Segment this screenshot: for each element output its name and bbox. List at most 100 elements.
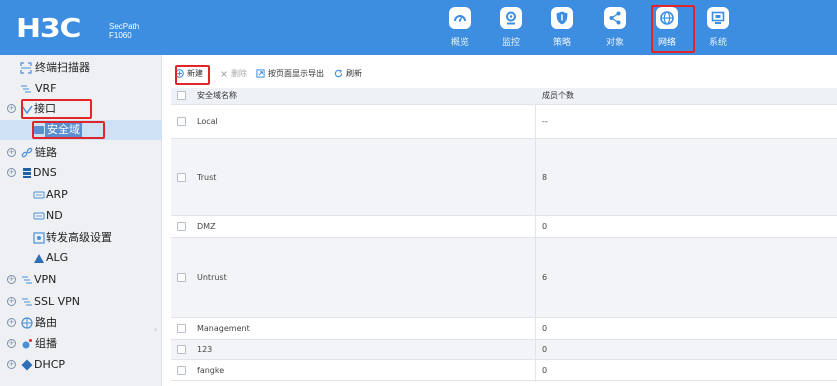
sidebar-item-label: 组播: [35, 337, 57, 350]
sidebar-item-label: 链路: [35, 146, 57, 159]
expand-icon[interactable]: +: [7, 148, 16, 157]
sidebar-item-terminal-scanner[interactable]: 终端扫描器: [0, 58, 162, 78]
sidebar-item-multicast[interactable]: + 组播: [0, 334, 162, 354]
member-count: 0: [542, 324, 548, 333]
table-row[interactable]: DMZ 0: [171, 215, 837, 238]
sidebar-item-link[interactable]: + 链路: [0, 143, 162, 163]
sidebar-item-dns[interactable]: + DNS: [0, 163, 162, 183]
ssl-vpn-icon: [22, 298, 32, 306]
sidebar-item-ssl-vpn[interactable]: + SSL VPN: [0, 292, 162, 312]
refresh-icon: [334, 69, 343, 78]
table-row[interactable]: 123 0: [171, 339, 837, 360]
arp-icon: [33, 191, 45, 199]
sidebar-item-nd[interactable]: ND: [0, 206, 162, 226]
column-header-member-count: 成员个数: [542, 91, 574, 100]
expand-icon[interactable]: +: [7, 168, 16, 177]
multicast-icon: [22, 339, 32, 349]
row-checkbox[interactable]: [177, 366, 186, 375]
sidebar-item-forward-advanced[interactable]: 转发高级设置: [0, 228, 162, 248]
column-header-zone-name: 安全域名称: [197, 91, 237, 100]
row-checkbox[interactable]: [177, 222, 186, 231]
column-divider: [535, 318, 536, 340]
refresh-button[interactable]: 刷新: [334, 65, 362, 83]
zone-name: Trust: [197, 173, 217, 182]
nav-monitor[interactable]: 监控: [489, 4, 533, 52]
table-row[interactable]: fangke 0: [171, 359, 837, 382]
column-divider: [535, 238, 536, 318]
zone-name: fangke: [197, 366, 225, 375]
nav-overview-label: 概览: [450, 38, 469, 48]
table-row[interactable]: Local --: [171, 104, 837, 139]
sidebar-item-vpn[interactable]: + VPN: [0, 270, 162, 290]
delete-icon: [221, 70, 227, 77]
nav-system[interactable]: 系统: [696, 4, 740, 52]
link-icon: [21, 147, 33, 158]
zone-name: DMZ: [197, 222, 216, 231]
delete-button-label: 删除: [231, 69, 247, 78]
nav-overview[interactable]: 概览: [438, 4, 482, 52]
vrf-icon: [21, 85, 31, 93]
table-row[interactable]: Untrust 6: [171, 237, 837, 318]
row-checkbox[interactable]: [177, 345, 186, 354]
member-count: 0: [542, 366, 548, 375]
top-header: H3C SecPath F1060 概览 监控 策略 对象 网络 系统: [0, 0, 837, 55]
sidebar-collapse-handle[interactable]: ‹: [154, 325, 157, 334]
sidebar-item-alg[interactable]: ALG: [0, 248, 162, 268]
row-checkbox[interactable]: [177, 324, 186, 333]
share-nodes-icon: [604, 7, 626, 29]
dhcp-icon: [21, 359, 33, 371]
export-button-label: 按页面显示导出: [268, 69, 324, 78]
member-count: 0: [542, 345, 548, 354]
product-model: F1060: [109, 31, 132, 40]
expand-icon[interactable]: +: [7, 275, 16, 284]
sidebar-item-label: ND: [46, 209, 63, 222]
sidebar-item-label: ARP: [46, 188, 68, 201]
highlight-network-nav: [651, 5, 695, 53]
nd-icon: [33, 212, 45, 220]
nav-object[interactable]: 对象: [593, 4, 637, 52]
zone-name: Untrust: [197, 273, 227, 282]
table-row[interactable]: Trust 8: [171, 138, 837, 216]
zone-name: 123: [197, 345, 213, 354]
monitor-pin-icon: [500, 7, 522, 29]
expand-icon[interactable]: +: [7, 339, 16, 348]
member-count: 0: [542, 222, 548, 231]
row-checkbox[interactable]: [177, 173, 186, 182]
expand-icon[interactable]: +: [7, 297, 16, 306]
refresh-button-label: 刷新: [346, 69, 362, 78]
nav-policy[interactable]: 策略: [540, 4, 584, 52]
sidebar-item-vrf[interactable]: VRF: [0, 79, 162, 99]
delete-button[interactable]: 删除: [220, 65, 247, 83]
route-icon: [21, 317, 33, 329]
sidebar-item-dhcp[interactable]: + DHCP: [0, 355, 162, 375]
column-divider: [535, 216, 536, 238]
column-divider: [535, 360, 536, 382]
highlight-interface: [21, 99, 92, 119]
member-count: 8: [542, 173, 548, 182]
sidebar-item-label: DNS: [33, 166, 57, 179]
expand-icon[interactable]: +: [7, 360, 16, 369]
export-button[interactable]: 按页面显示导出: [256, 65, 324, 83]
expand-icon[interactable]: +: [7, 318, 16, 327]
select-all-checkbox[interactable]: [177, 91, 186, 100]
display-icon: [707, 7, 729, 29]
sidebar-item-label: VRF: [35, 82, 57, 95]
nav-policy-label: 策略: [552, 38, 571, 48]
highlight-new-button: [175, 65, 210, 85]
gauge-icon: [449, 7, 471, 29]
nav-monitor-label: 监控: [501, 38, 520, 48]
expand-icon[interactable]: +: [7, 104, 16, 113]
sidebar-item-label: 转发高级设置: [46, 231, 112, 244]
sidebar-item-label: SSL VPN: [34, 295, 80, 308]
row-checkbox[interactable]: [177, 117, 186, 126]
column-divider: [535, 105, 536, 139]
sidebar-item-arp[interactable]: ARP: [0, 185, 162, 205]
scanner-icon: [20, 62, 32, 74]
table-row[interactable]: Management 0: [171, 317, 837, 340]
zone-name: Management: [197, 324, 250, 333]
sidebar-item-route[interactable]: + 路由: [0, 313, 162, 333]
row-checkbox[interactable]: [177, 273, 186, 282]
table-header: 安全域名称 成员个数: [171, 88, 837, 104]
product-name: SecPath F1060: [109, 22, 139, 40]
vpn-icon: [22, 276, 32, 284]
